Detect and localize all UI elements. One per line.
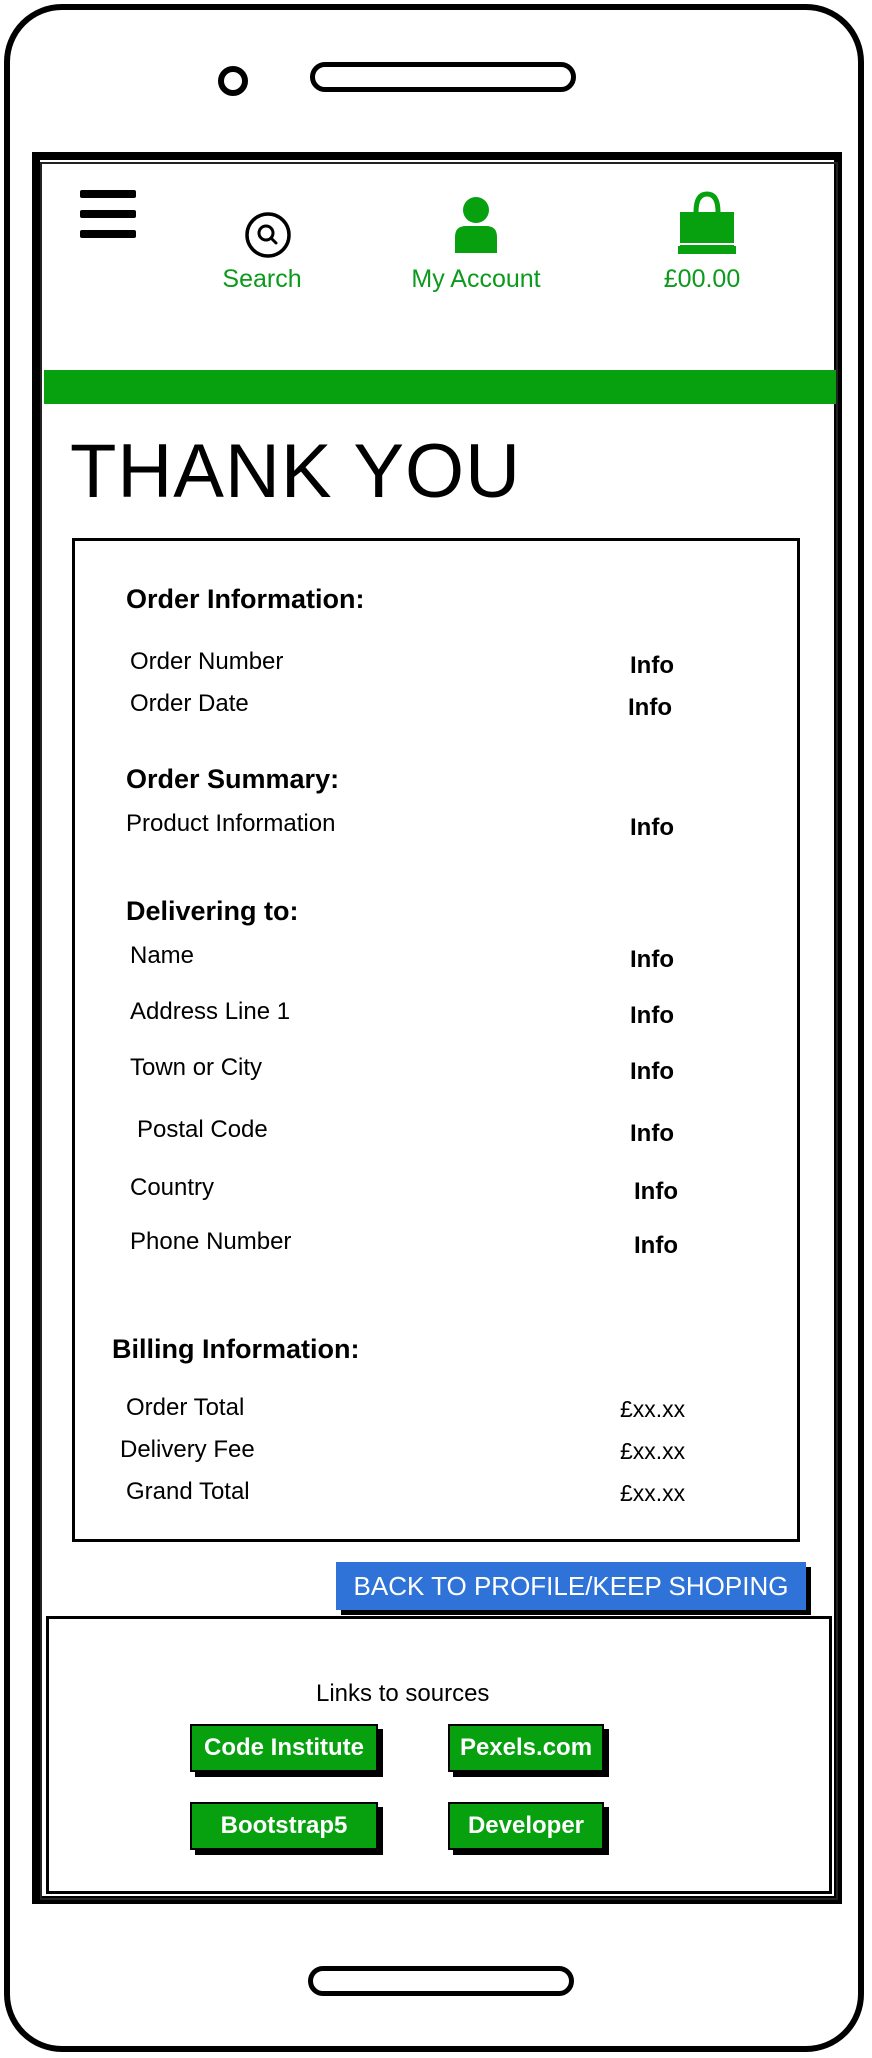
order-date-value: Info (628, 694, 672, 721)
town-or-city-value: Info (630, 1058, 674, 1085)
camera-icon (218, 66, 248, 96)
nav-my-account[interactable]: My Account (376, 195, 576, 305)
home-bar (308, 1966, 574, 1996)
country-value: Info (634, 1178, 678, 1205)
town-or-city-label: Town or City (130, 1054, 263, 1081)
nav-search-label: Search (222, 265, 302, 293)
order-total-value: £xx.xx (620, 1396, 686, 1422)
order-number-value: Info (630, 652, 674, 679)
delivery-fee-label: Delivery Fee (120, 1436, 255, 1463)
product-information-value: Info (630, 814, 674, 841)
nav-cart[interactable]: £00.00 (600, 190, 800, 305)
country-label: Country (130, 1174, 215, 1201)
footer (46, 1616, 832, 1894)
product-information-label: Product Information (126, 810, 336, 837)
order-details-panel (72, 538, 800, 1542)
cart-total-label: £00.00 (663, 265, 741, 293)
delivering-to-heading: Delivering to: (126, 896, 299, 926)
search-icon (245, 212, 291, 258)
name-value: Info (630, 946, 674, 973)
order-summary-heading: Order Summary: (126, 764, 340, 794)
postal-code-value: Info (630, 1120, 674, 1147)
user-icon (455, 197, 497, 253)
header-divider-bar (44, 370, 836, 404)
address-line-1-value: Info (630, 1002, 674, 1029)
order-total-label: Order Total (126, 1394, 245, 1421)
grand-total-value: £xx.xx (620, 1480, 686, 1506)
back-to-profile-button[interactable]: BACK TO PROFILE/KEEP SHOPING (336, 1562, 806, 1610)
developer-link[interactable]: Developer (448, 1802, 604, 1850)
pexels-link[interactable]: Pexels.com (448, 1724, 604, 1772)
address-line-1-label: Address Line 1 (130, 998, 291, 1025)
nav-search[interactable]: Search (162, 205, 362, 305)
phone-number-value: Info (634, 1232, 678, 1259)
nav-my-account-label: My Account (411, 265, 541, 293)
shopping-bag-icon (678, 191, 736, 254)
page-title: THANK YOU (70, 429, 522, 514)
order-information-heading: Order Information: (126, 584, 365, 614)
delivery-fee-value: £xx.xx (620, 1438, 686, 1464)
order-number-label: Order Number (130, 648, 284, 675)
hamburger-menu-icon[interactable] (80, 190, 136, 240)
order-date-label: Order Date (130, 690, 249, 717)
phone-number-label: Phone Number (130, 1228, 292, 1255)
billing-information-heading: Billing Information: (112, 1334, 360, 1364)
code-institute-link[interactable]: Code Institute (190, 1724, 378, 1772)
footer-title: Links to sources (316, 1680, 490, 1707)
name-label: Name (130, 942, 195, 969)
speaker-top (310, 62, 576, 92)
grand-total-label: Grand Total (126, 1478, 250, 1505)
postal-code-label: Postal Code (137, 1116, 268, 1143)
bootstrap5-link[interactable]: Bootstrap5 (190, 1802, 378, 1850)
